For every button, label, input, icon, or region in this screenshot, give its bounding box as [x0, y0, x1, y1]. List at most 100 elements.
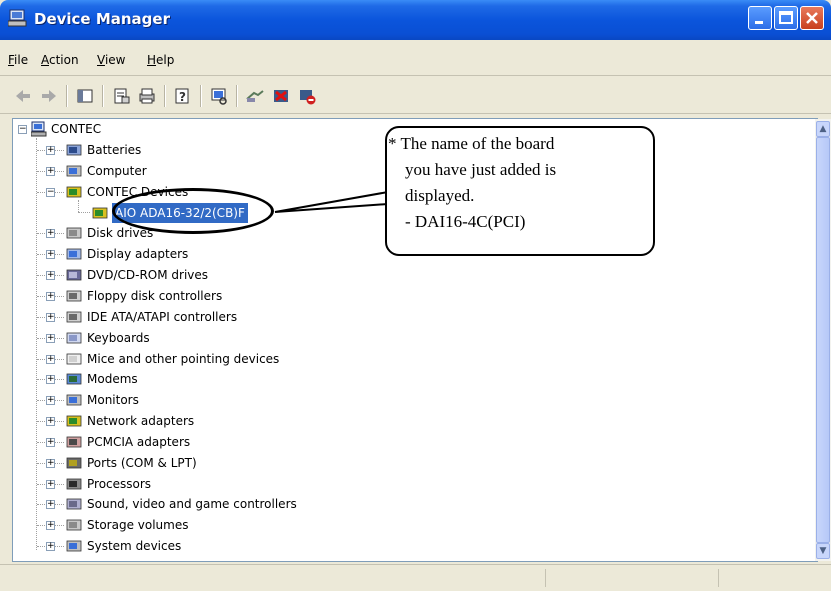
status-bar: [0, 564, 831, 591]
help-icon[interactable]: ?: [172, 86, 194, 106]
scrollbar-thumb[interactable]: [816, 137, 830, 543]
tree-connector: [55, 504, 64, 505]
properties-icon[interactable]: [110, 86, 132, 106]
expand-icon[interactable]: +: [46, 292, 55, 301]
toolbar-divider: [164, 85, 166, 107]
toolbar-separator: [0, 113, 831, 114]
tree-connector: [55, 400, 64, 401]
system-icon: [66, 540, 82, 552]
collapse-icon[interactable]: −: [46, 188, 55, 197]
tree-connector: [55, 359, 64, 360]
tree-item-label: Batteries: [87, 143, 142, 157]
tree-item-label: Sound, video and game controllers: [87, 497, 297, 511]
device-manager-icon: [8, 9, 27, 27]
close-button[interactable]: [800, 6, 824, 30]
mouse-icon: [66, 353, 82, 365]
tree-connector: [55, 254, 64, 255]
tree-item-label: Processors: [87, 477, 152, 491]
menu-action-accel: A: [41, 53, 49, 67]
tree-connector: [36, 138, 37, 550]
scroll-down-arrow-icon[interactable]: ▼: [816, 543, 830, 559]
expand-icon[interactable]: +: [46, 459, 55, 468]
svg-text:?: ?: [179, 90, 186, 104]
tree-item-label: PCMCIA adapters: [87, 435, 191, 449]
collapse-icon[interactable]: −: [18, 125, 27, 134]
menu-file-rest: ile: [14, 53, 29, 67]
tree-connector: [55, 463, 64, 464]
maximize-button[interactable]: [774, 6, 798, 30]
forward-arrow-icon[interactable]: [38, 86, 60, 106]
expand-icon[interactable]: +: [46, 167, 55, 176]
tree-connector: [55, 192, 64, 193]
expand-icon[interactable]: +: [46, 375, 55, 384]
expand-icon[interactable]: +: [46, 480, 55, 489]
status-pane: [545, 569, 716, 587]
sound-icon: [66, 498, 82, 510]
expand-icon[interactable]: +: [46, 542, 55, 551]
tree-item-label: Computer: [87, 164, 147, 178]
toolbar-divider: [200, 85, 202, 107]
tree-item-label: Storage volumes: [87, 518, 189, 532]
network-icon: [66, 415, 82, 427]
maximize-icon: [779, 11, 793, 24]
scan-hardware-icon[interactable]: [208, 86, 230, 106]
board-icon: [66, 186, 82, 198]
status-pane: [718, 569, 819, 587]
tree-connector: [55, 421, 64, 422]
update-driver-icon[interactable]: [244, 86, 266, 106]
controller-icon: [66, 311, 82, 323]
port-icon: [66, 457, 82, 469]
minimize-button[interactable]: [748, 6, 772, 30]
highlight-ellipse: [112, 188, 274, 234]
menu-help[interactable]: Help: [147, 53, 174, 67]
modem-icon: [66, 373, 82, 385]
expand-icon[interactable]: +: [46, 417, 55, 426]
title-bar[interactable]: Device Manager: [0, 0, 831, 40]
callout-line-3: displayed.: [405, 186, 475, 205]
expand-icon[interactable]: +: [46, 146, 55, 155]
print-icon[interactable]: [136, 86, 158, 106]
disable-device-icon[interactable]: [296, 86, 318, 106]
expand-icon[interactable]: +: [46, 271, 55, 280]
expand-icon[interactable]: +: [46, 313, 55, 322]
expand-icon[interactable]: +: [46, 229, 55, 238]
show-hide-tree-icon[interactable]: [74, 86, 96, 106]
tree-connector: [55, 317, 64, 318]
storage-icon: [66, 519, 82, 531]
computer-icon: [66, 165, 82, 177]
scroll-up-arrow-icon[interactable]: ▲: [816, 121, 830, 137]
expand-icon[interactable]: +: [46, 438, 55, 447]
expand-icon[interactable]: +: [46, 521, 55, 530]
toolbar-divider: [102, 85, 104, 107]
battery-icon: [66, 144, 82, 156]
expand-icon[interactable]: +: [46, 396, 55, 405]
tree-connector: [55, 442, 64, 443]
tree-connector: [78, 212, 90, 213]
menu-file[interactable]: File: [8, 53, 28, 67]
monitor-icon: [66, 394, 82, 406]
pcmcia-icon: [66, 436, 82, 448]
toolbar: ?: [0, 80, 831, 112]
toolbar-divider: [66, 85, 68, 107]
tree-root-label: CONTEC: [51, 122, 102, 136]
tree-connector: [55, 525, 64, 526]
tree-item-label: Modems: [87, 372, 138, 386]
back-arrow-icon[interactable]: [12, 86, 34, 106]
toolbar-divider: [236, 85, 238, 107]
expand-icon[interactable]: +: [46, 355, 55, 364]
menu-help-accel: H: [147, 53, 157, 67]
expand-icon[interactable]: +: [46, 500, 55, 509]
tree-item-label: System devices: [87, 539, 182, 553]
tree-connector: [55, 171, 64, 172]
window-title: Device Manager: [34, 10, 170, 28]
tree-item-label: Mice and other pointing devices: [87, 352, 280, 366]
callout-pointer: [274, 191, 389, 213]
menu-action[interactable]: Action: [41, 53, 79, 67]
expand-icon[interactable]: +: [46, 334, 55, 343]
menu-view[interactable]: View: [97, 53, 125, 67]
expand-icon[interactable]: +: [46, 250, 55, 259]
disk-icon: [66, 227, 82, 239]
controller-icon: [66, 290, 82, 302]
callout-line-4: - DAI16-4C(PCI): [405, 212, 526, 231]
uninstall-icon[interactable]: [270, 86, 292, 106]
